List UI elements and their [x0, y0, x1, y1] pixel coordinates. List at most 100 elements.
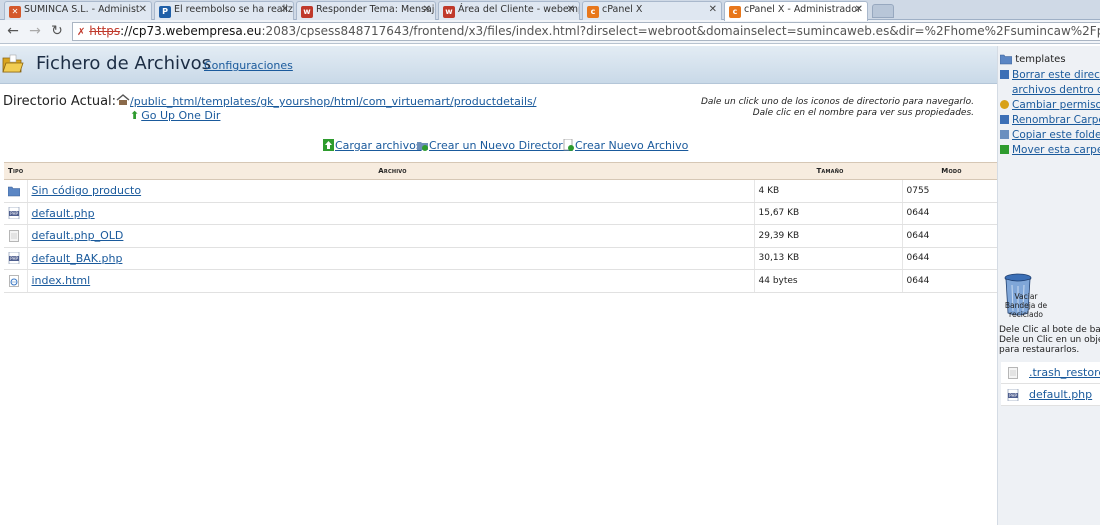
text-file-icon[interactable]	[8, 229, 20, 242]
back-arrow-icon[interactable]: ←	[5, 23, 21, 39]
html-file-icon[interactable]	[8, 274, 20, 287]
tab-responder-tema[interactable]: w Responder Tema: Mensaje ✕	[296, 1, 436, 20]
selected-folder: templates	[1000, 53, 1066, 65]
file-mode: 0644	[901, 247, 997, 270]
file-mode: 0644	[901, 269, 997, 293]
tab-close-icon[interactable]: ✕	[423, 4, 431, 15]
tab-area-cliente[interactable]: w Área del Cliente - webemp ✕	[438, 1, 580, 20]
address-bar: ← → ↻ ✗ https://cp73.webempresa.eu:2083/…	[0, 20, 1100, 44]
insecure-lock-icon: ✗	[77, 27, 86, 38]
column-size: Tamaño	[754, 162, 902, 180]
delete-folder-action: Borrar este directo	[998, 69, 1100, 84]
forward-arrow-icon[interactable]: →	[27, 23, 43, 39]
file-size: 4 KB	[753, 179, 902, 203]
move-folder-link[interactable]: Mover esta carpe	[1012, 144, 1100, 156]
svg-text:PHP: PHP	[10, 256, 18, 261]
new-file-link[interactable]: Crear Nuevo Archivo	[575, 139, 688, 152]
reload-icon[interactable]: ↻	[49, 23, 65, 39]
folder-icon	[1000, 54, 1012, 65]
delete-icon	[1000, 70, 1009, 79]
php-file-icon[interactable]: PHP	[8, 252, 20, 265]
php-file-icon[interactable]: PHP	[8, 207, 20, 220]
tab-cpanel[interactable]: c cPanel X ✕	[582, 1, 722, 20]
tab-suminca-admin[interactable]: ✕ SUMINCA S.L. - Administ ✕	[4, 1, 152, 20]
empty-trash-label[interactable]: Vaciar Bandeja de reciclado	[1002, 292, 1050, 319]
directory-path-link[interactable]: /public_html/templates/gk_yourshop/html/…	[130, 95, 536, 108]
new-directory-link[interactable]: Crear un Nuevo Directorio	[429, 139, 573, 152]
folder-actions-list: Borrar este directo archivos dentro de C…	[998, 69, 1100, 159]
joomla-icon: ✕	[9, 6, 21, 18]
copy-folder-link[interactable]: Copiar este folder	[1012, 129, 1100, 141]
tab-close-icon[interactable]: ✕	[709, 4, 717, 15]
file-name-link[interactable]: default.php_OLD	[32, 229, 124, 242]
new-folder-icon	[417, 142, 428, 151]
file-mode: 0644	[901, 224, 997, 248]
file-name-link[interactable]: Sin código producto	[32, 184, 142, 197]
folder-icon[interactable]	[8, 185, 20, 197]
go-up-one-dir-link[interactable]: Go Up One Dir	[141, 109, 220, 122]
new-tab-button[interactable]	[872, 4, 894, 18]
settings-link[interactable]: Configuraciones	[204, 59, 293, 72]
svg-text:PHP: PHP	[1009, 393, 1017, 398]
tab-paypal-refund[interactable]: PEl reembolso se ha realizado ✕	[154, 1, 294, 20]
new-file-action: Crear Nuevo Archivo	[563, 139, 688, 152]
rename-icon	[1000, 115, 1009, 124]
tab-close-icon[interactable]: ✕	[855, 4, 863, 15]
current-directory-label: Directorio Actual:	[3, 94, 117, 109]
page-header: Fichero de Archivos Configuraciones	[0, 46, 997, 84]
current-directory: Directorio Actual: /public_html/template…	[3, 94, 536, 109]
tab-close-icon[interactable]: ✕	[567, 4, 575, 15]
navigation-hint: Dale un click uno de los iconos de direc…	[700, 97, 974, 118]
file-mode: 0644	[901, 202, 997, 225]
text-file-icon	[1008, 367, 1018, 379]
upload-files-link[interactable]: Cargar archivos	[335, 139, 422, 152]
trash-file-link[interactable]: default.php	[1029, 388, 1092, 401]
cpanel-icon: c	[729, 6, 741, 18]
move-icon	[1000, 145, 1009, 154]
trash-file-list: .trash_restore PHP default.php	[1001, 362, 1100, 406]
table-row[interactable]: PHP default.php 15,67 KB 0644	[4, 202, 997, 225]
copy-folder-action: Copiar este folder	[998, 129, 1100, 144]
file-mode: 0755	[901, 179, 997, 203]
file-name-link[interactable]: default_BAK.php	[32, 252, 123, 265]
rename-folder-action: Renombrar Carpet	[998, 114, 1100, 129]
tab-close-icon[interactable]: ✕	[139, 4, 147, 15]
selected-folder-name: templates	[1015, 54, 1066, 65]
cpanel-icon: c	[587, 6, 599, 18]
tab-close-icon[interactable]: ✕	[281, 4, 289, 15]
list-item[interactable]: PHP default.php	[1001, 384, 1100, 406]
file-size: 30,13 KB	[753, 247, 902, 270]
column-file: Archivo	[27, 162, 754, 180]
upload-icon	[323, 139, 334, 151]
tab-cpanel-admin[interactable]: c cPanel X - Administrador ✕	[724, 1, 868, 21]
list-item[interactable]: .trash_restore	[1001, 362, 1100, 384]
go-up-one-dir: ⬆ Go Up One Dir	[130, 109, 220, 122]
rename-folder-link[interactable]: Renombrar Carpet	[1012, 114, 1100, 126]
copy-icon	[1000, 130, 1009, 139]
table-row[interactable]: default.php_OLD 29,39 KB 0644	[4, 224, 997, 248]
file-size: 29,39 KB	[753, 224, 902, 248]
change-permissions-link[interactable]: Cambiar permisos	[1012, 99, 1100, 111]
url-input[interactable]: ✗ https://cp73.webempresa.eu:2083/cpsess…	[72, 22, 1100, 41]
page-title: Fichero de Archivos	[36, 53, 212, 74]
file-size: 15,67 KB	[753, 202, 902, 225]
folder-actions-sidebar: templates Borrar este directo archivos d…	[997, 46, 1100, 525]
php-file-icon: PHP	[1007, 389, 1019, 401]
file-table: Tipo Archivo Tamaño Modo Sin código prod…	[4, 162, 997, 293]
column-mode: Modo	[902, 162, 997, 180]
delete-folder-link-cont[interactable]: archivos dentro de	[1012, 84, 1100, 96]
file-name-link[interactable]: index.html	[32, 274, 91, 287]
column-type: Tipo	[4, 162, 27, 180]
webempresa-icon: w	[301, 6, 313, 18]
delete-folder-link[interactable]: Borrar este directo	[1012, 69, 1100, 81]
table-row[interactable]: Sin código producto 4 KB 0755	[4, 179, 997, 203]
home-icon[interactable]	[116, 94, 130, 106]
up-arrow-icon: ⬆	[130, 109, 140, 122]
table-row[interactable]: index.html 44 bytes 0644	[4, 269, 997, 293]
file-name-link[interactable]: default.php	[32, 207, 95, 220]
table-row[interactable]: PHP default_BAK.php 30,13 KB 0644	[4, 247, 997, 270]
key-icon	[1000, 100, 1009, 109]
new-directory-action: Crear un Nuevo Directorio	[417, 139, 573, 152]
trash-file-link[interactable]: .trash_restore	[1029, 366, 1100, 379]
browser-tab-bar: ✕ SUMINCA S.L. - Administ ✕ P El reembolso…	[0, 0, 1100, 21]
